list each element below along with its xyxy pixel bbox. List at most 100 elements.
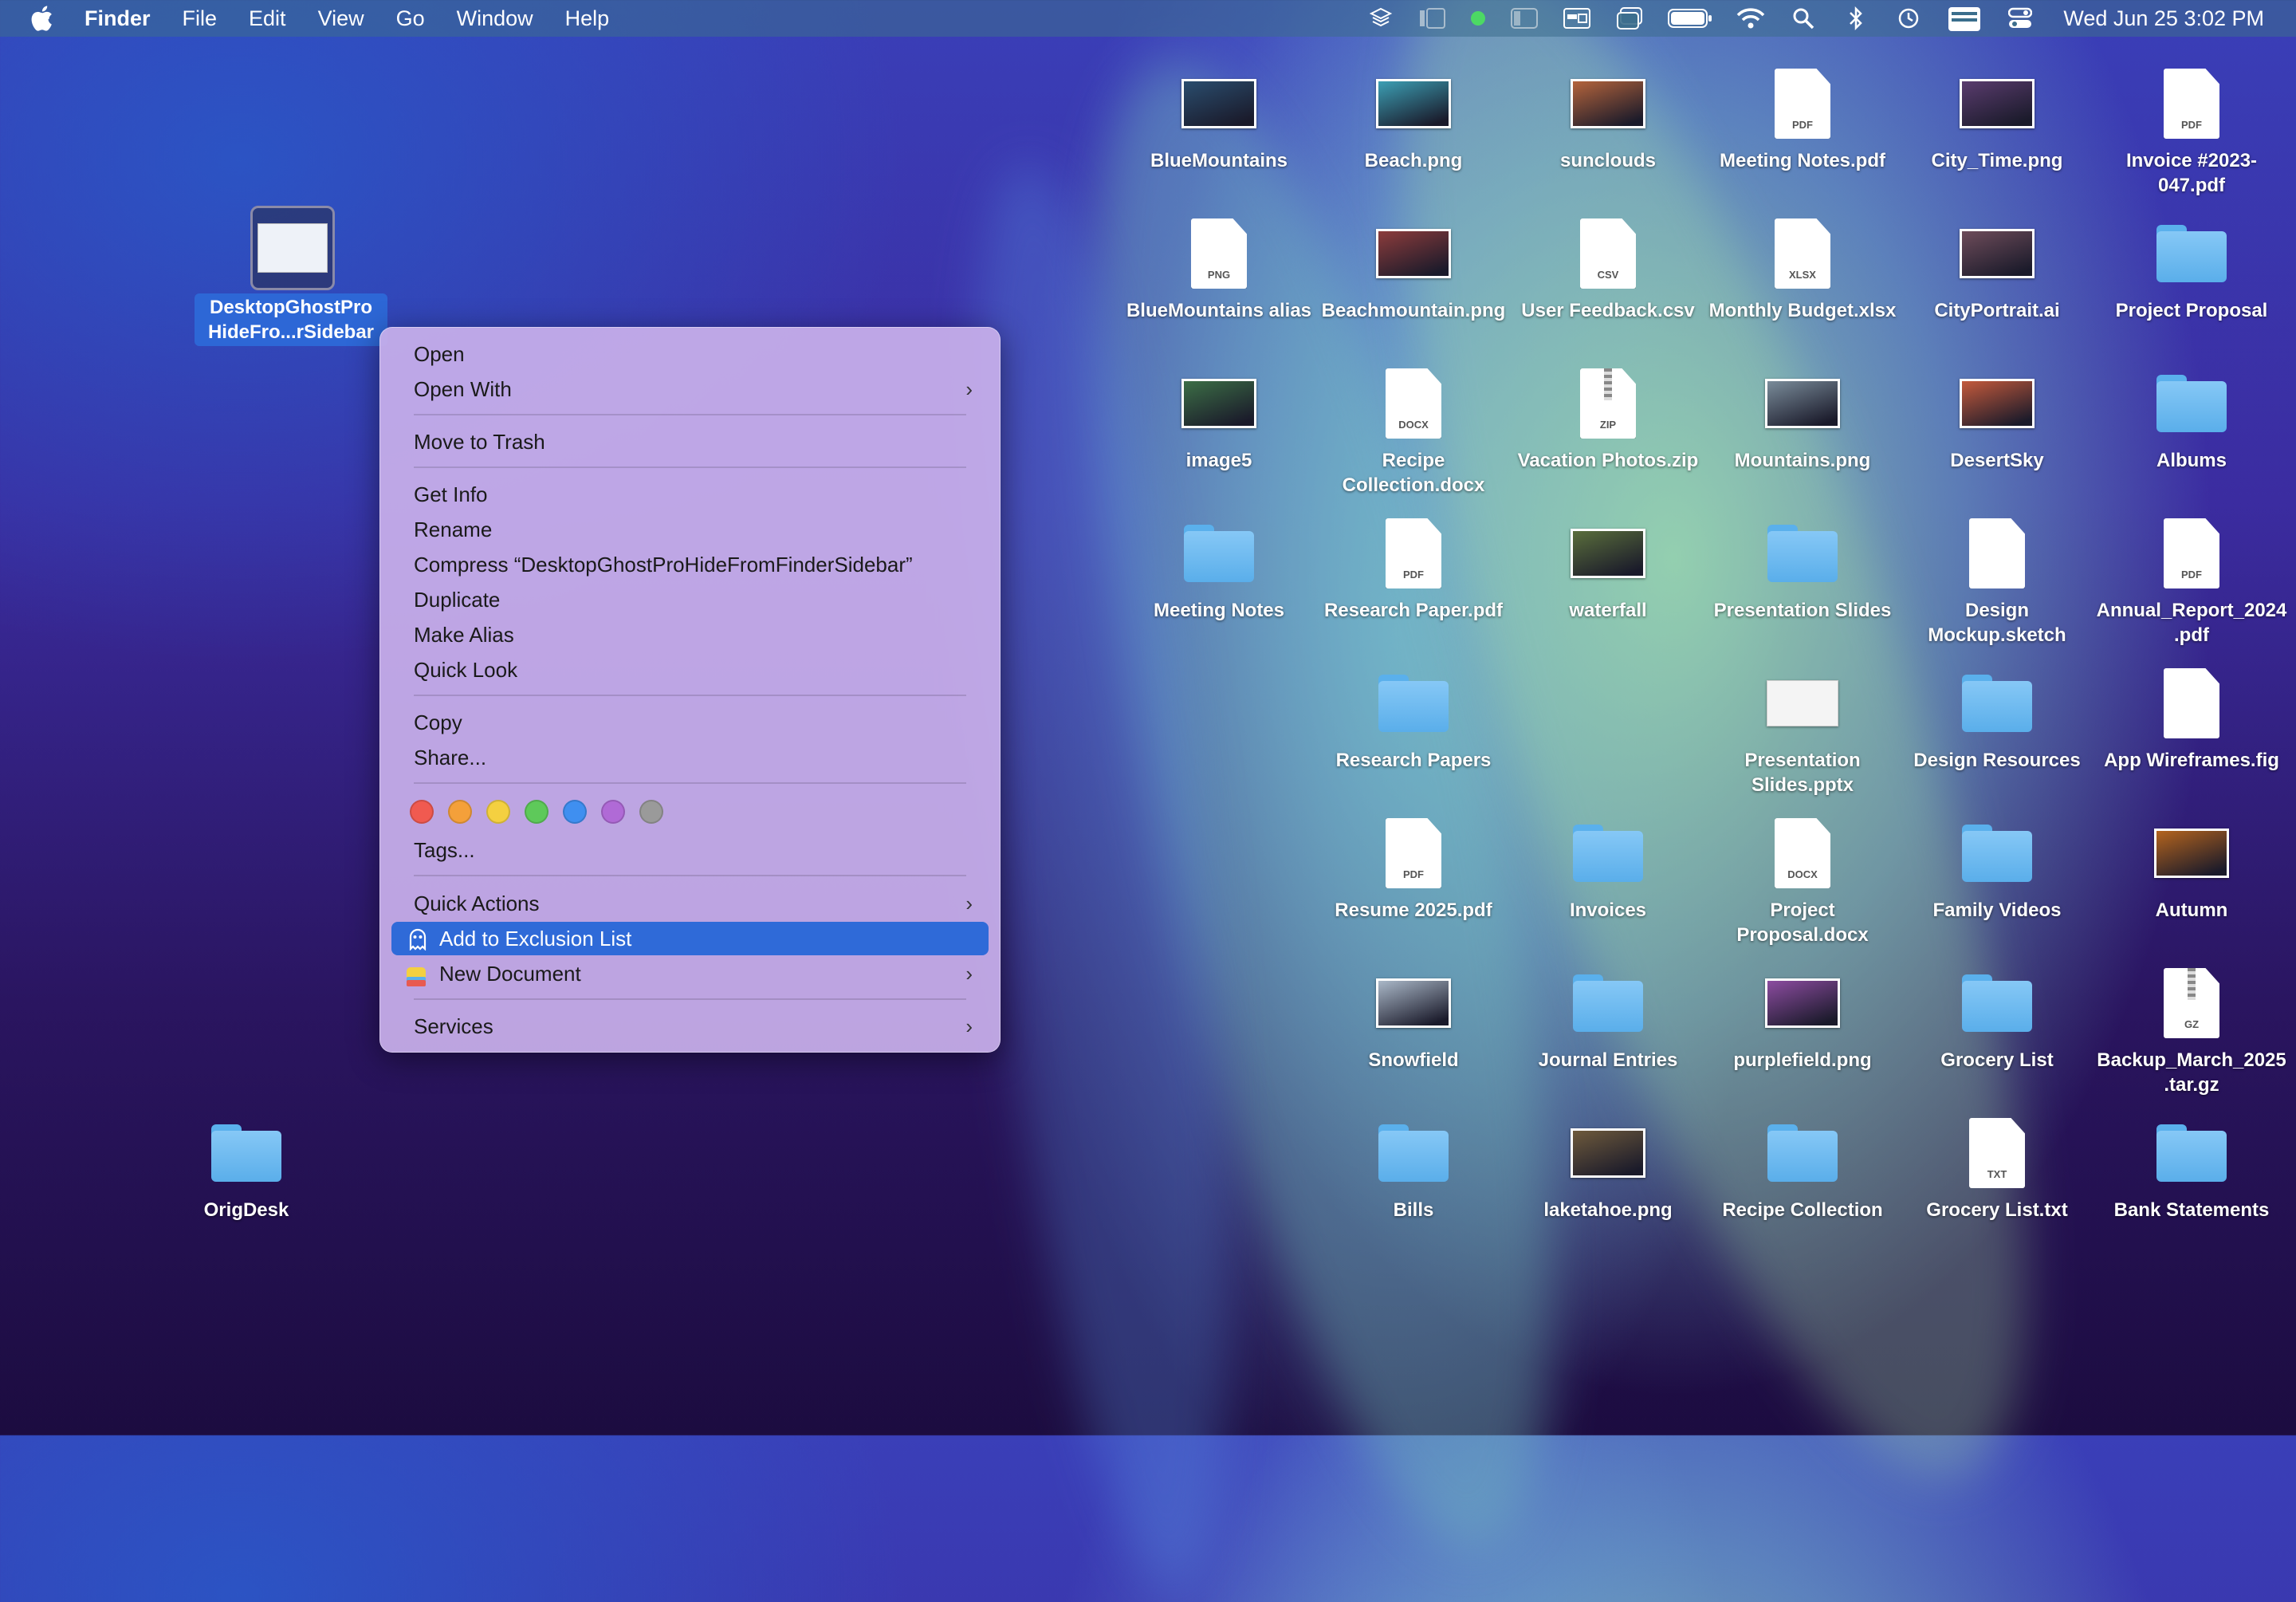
desktop-item[interactable]: DesertSky bbox=[1900, 364, 2094, 473]
layers-icon[interactable] bbox=[1366, 6, 1395, 30]
desktop-item[interactable]: BlueMountains bbox=[1122, 64, 1316, 173]
desktop-item[interactable]: PNG BlueMountains alias bbox=[1122, 214, 1316, 323]
desktop-item[interactable]: Invoices bbox=[1511, 813, 1705, 923]
tag-color-dot[interactable] bbox=[639, 800, 663, 824]
desktop-item[interactable]: Autumn bbox=[2094, 813, 2289, 923]
menu-item-services[interactable]: Services › bbox=[391, 1010, 989, 1043]
desktop-item-label: Grocery List.txt bbox=[1926, 1199, 2068, 1221]
battery-icon[interactable] bbox=[1668, 6, 1712, 30]
desktop-item[interactable]: sunclouds bbox=[1511, 64, 1705, 173]
document-file-icon: XLSX bbox=[1775, 214, 1830, 293]
file-extension-label: DOCX bbox=[1787, 868, 1818, 880]
desktop-item[interactable]: Presentation Slides.pptx bbox=[1705, 663, 1900, 797]
stage-manager-icon[interactable] bbox=[1419, 6, 1446, 30]
bluetooth-icon[interactable] bbox=[1842, 6, 1870, 30]
menu-edit[interactable]: Edit bbox=[233, 0, 302, 37]
desktop-item[interactable]: PDF Annual_Report_2024.pdf bbox=[2094, 514, 2289, 647]
desktop-item[interactable]: Research Papers bbox=[1316, 663, 1511, 773]
desktop-item[interactable]: XLSX Monthly Budget.xlsx bbox=[1705, 214, 1900, 323]
menubar-clock[interactable]: Wed Jun 25 3:02 PM bbox=[2063, 6, 2264, 31]
tag-color-dot[interactable] bbox=[486, 800, 510, 824]
selected-file-label[interactable]: DesktopGhostPro HideFro...rSidebar bbox=[195, 293, 387, 346]
finder-drive-icon[interactable] bbox=[1947, 6, 1982, 31]
menu-item-open-with[interactable]: Open With › bbox=[391, 372, 989, 406]
wifi-icon[interactable] bbox=[1736, 6, 1765, 30]
menu-item-quick-look[interactable]: Quick Look bbox=[391, 653, 989, 687]
desktop-item[interactable]: Beachmountain.png bbox=[1316, 214, 1511, 323]
desktop-item[interactable]: Recipe Collection bbox=[1705, 1113, 1900, 1222]
desktop-item[interactable]: PDF Resume 2025.pdf bbox=[1316, 813, 1511, 923]
desktop-item[interactable]: App Wireframes.fig bbox=[2094, 663, 2289, 773]
desktop-item-label: Invoices bbox=[1569, 899, 1647, 921]
desktop-item[interactable]: laketahoe.png bbox=[1511, 1113, 1705, 1222]
desktop-item[interactable]: Bank Statements bbox=[2094, 1113, 2289, 1222]
desktop-item[interactable]: PDF Invoice #2023-047.pdf bbox=[2094, 64, 2289, 198]
menu-item-compress[interactable]: Compress “DesktopGhostProHideFromFinderS… bbox=[391, 548, 989, 581]
control-center-icon[interactable] bbox=[2006, 6, 2035, 30]
menu-window[interactable]: Window bbox=[441, 0, 549, 37]
menu-item-make-alias[interactable]: Make Alias bbox=[391, 618, 989, 651]
desktop-item[interactable]: Meeting Notes bbox=[1122, 514, 1316, 623]
desktop-item[interactable]: CSV User Feedback.csv bbox=[1511, 214, 1705, 323]
desktop-item[interactable]: ZIP Vacation Photos.zip bbox=[1511, 364, 1705, 473]
menu-help[interactable]: Help bbox=[549, 0, 626, 37]
menu-separator bbox=[414, 695, 966, 696]
menu-item-duplicate[interactable]: Duplicate bbox=[391, 583, 989, 616]
desktop-item[interactable]: Presentation Slides bbox=[1705, 514, 1900, 623]
menu-item-add-to-exclusion-list[interactable]: Add to Exclusion List bbox=[391, 922, 989, 955]
menu-item-copy[interactable]: Copy bbox=[391, 706, 989, 739]
menu-item-quick-actions[interactable]: Quick Actions › bbox=[391, 887, 989, 920]
tag-color-dot[interactable] bbox=[563, 800, 587, 824]
desktop-item[interactable]: Family Videos bbox=[1900, 813, 2094, 923]
desktop-item[interactable]: OrigDesk bbox=[149, 1113, 344, 1222]
menu-item-get-info[interactable]: Get Info bbox=[391, 478, 989, 511]
apple-menu-icon[interactable] bbox=[26, 0, 57, 37]
menu-item-share[interactable]: Share... bbox=[391, 741, 989, 774]
desktop-item[interactable]: GZ Backup_March_2025.tar.gz bbox=[2094, 963, 2289, 1097]
menu-item-new-document[interactable]: New Document › bbox=[391, 957, 989, 990]
image-thumbnail-icon bbox=[1765, 364, 1840, 443]
desktop-item[interactable]: DOCX Project Proposal.docx bbox=[1705, 813, 1900, 947]
tag-color-dot[interactable] bbox=[601, 800, 625, 824]
window-icon[interactable] bbox=[1563, 6, 1591, 30]
tag-color-dot[interactable] bbox=[525, 800, 548, 824]
desktop-item[interactable]: Design Resources bbox=[1900, 663, 2094, 773]
desktop-item[interactable]: TXT Grocery List.txt bbox=[1900, 1113, 2094, 1222]
desktop-item[interactable]: PDF Research Paper.pdf bbox=[1316, 514, 1511, 623]
menu-go[interactable]: Go bbox=[380, 0, 441, 37]
desktop-item[interactable]: Bills bbox=[1316, 1113, 1511, 1222]
desktop-item[interactable]: Beach.png bbox=[1316, 64, 1511, 173]
menu-file[interactable]: File bbox=[167, 0, 234, 37]
desktop-item[interactable]: Design Mockup.sketch bbox=[1900, 514, 2094, 647]
desktop-item[interactable]: CityPortrait.ai bbox=[1900, 214, 2094, 323]
desktop-item[interactable]: Albums bbox=[2094, 364, 2289, 473]
desktop-item[interactable]: City_Time.png bbox=[1900, 64, 2094, 173]
menu-item-move-to-trash[interactable]: Move to Trash bbox=[391, 425, 989, 459]
menu-app-name[interactable]: Finder bbox=[69, 0, 167, 37]
desktop-item[interactable]: Grocery List bbox=[1900, 963, 2094, 1073]
desktop-item[interactable]: Mountains.png bbox=[1705, 364, 1900, 473]
menu-separator bbox=[414, 998, 966, 1000]
desktop-item[interactable]: waterfall bbox=[1511, 514, 1705, 623]
tag-color-dot[interactable] bbox=[448, 800, 472, 824]
desktop-item[interactable]: PDF Meeting Notes.pdf bbox=[1705, 64, 1900, 173]
menu-item-open[interactable]: Open bbox=[391, 337, 989, 371]
desktop-item[interactable]: purplefield.png bbox=[1705, 963, 1900, 1073]
desktop-item[interactable]: Journal Entries bbox=[1511, 963, 1705, 1073]
desktop-item[interactable]: Snowfield bbox=[1316, 963, 1511, 1073]
selected-file-thumbnail[interactable] bbox=[250, 206, 335, 290]
desktop-item[interactable]: DOCX Recipe Collection.docx bbox=[1316, 364, 1511, 498]
desktop-item[interactable]: image5 bbox=[1122, 364, 1316, 473]
menu-view[interactable]: View bbox=[302, 0, 380, 37]
desktop-item-label: Bills bbox=[1393, 1199, 1434, 1221]
time-machine-icon[interactable] bbox=[1894, 6, 1923, 30]
sidebar-icon[interactable] bbox=[1510, 6, 1539, 30]
desktop-item-label: Beachmountain.png bbox=[1321, 300, 1506, 321]
menu-item-rename[interactable]: Rename bbox=[391, 513, 989, 546]
folder-icon bbox=[2156, 214, 2227, 293]
screens-icon[interactable] bbox=[1615, 6, 1644, 30]
desktop-item[interactable]: Project Proposal bbox=[2094, 214, 2289, 323]
menu-item-tags[interactable]: Tags... bbox=[391, 833, 989, 867]
search-icon[interactable] bbox=[1789, 6, 1818, 30]
tag-color-dot[interactable] bbox=[410, 800, 434, 824]
